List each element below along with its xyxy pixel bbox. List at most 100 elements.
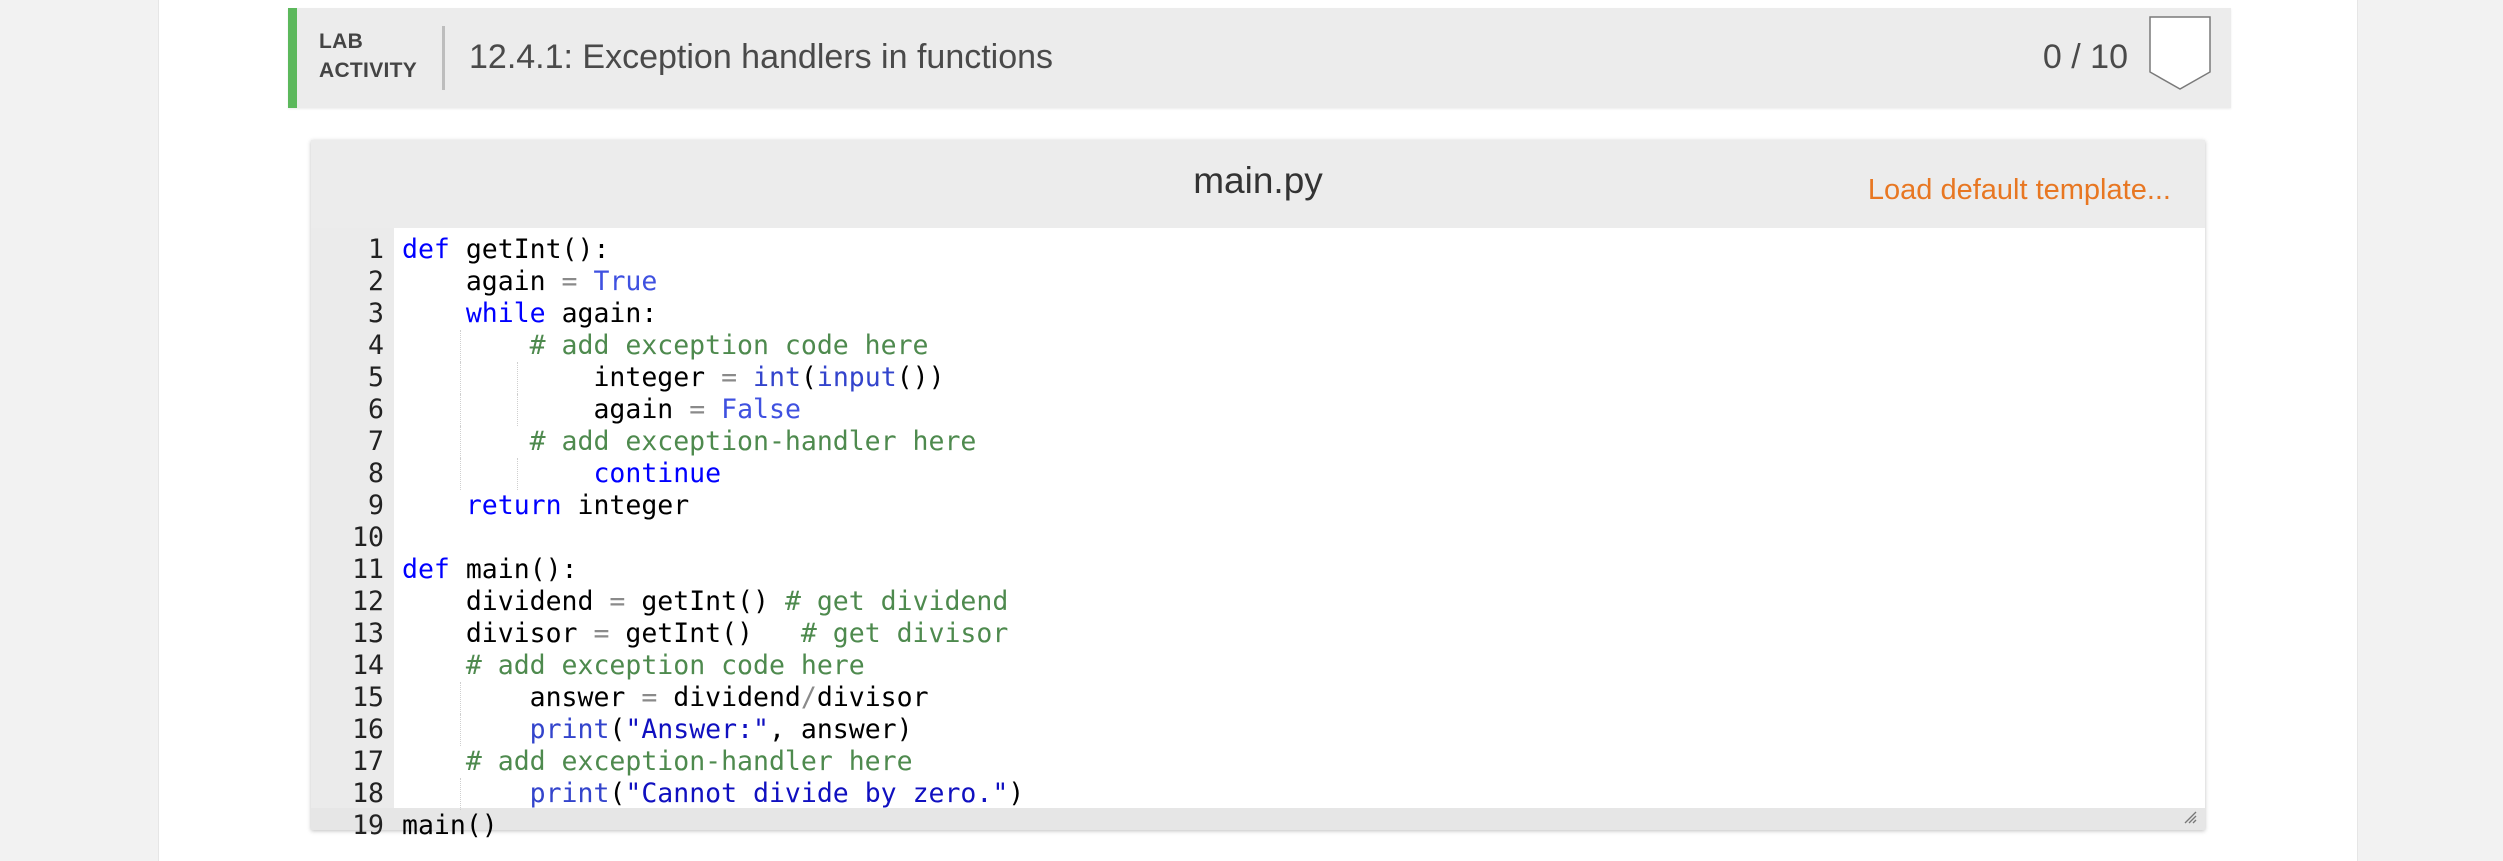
code-token: # add exception-handler here: [465, 746, 913, 777]
lab-title: 12.4.1: Exception handlers in functions: [469, 38, 1054, 76]
code-token: # get dividend: [784, 586, 1009, 617]
code-token: # add exception-handler here: [529, 426, 977, 457]
code-token: ): [1008, 778, 1025, 809]
line-number: 1: [368, 234, 384, 265]
code-token: /: [800, 682, 817, 713]
indent-guide: [517, 458, 519, 490]
code-line[interactable]: 11 def main():: [311, 554, 2205, 586]
line-number: 7: [368, 426, 384, 457]
code-token: integer: [561, 490, 690, 521]
code-text: # add exception-handler here: [402, 746, 913, 778]
code-text: again = False: [402, 394, 800, 426]
editor-toolbar: main.py Load default template...: [311, 140, 2205, 228]
line-number: 4: [368, 330, 384, 361]
code-token: again: [402, 394, 690, 425]
code-text: while again:: [402, 298, 657, 330]
line-number: 15: [352, 682, 384, 713]
code-line[interactable]: 6 again = False: [311, 394, 2205, 426]
line-number: 14: [352, 650, 384, 681]
code-line[interactable]: 16 print("Answer:", answer): [311, 714, 2205, 746]
code-token: print: [529, 714, 610, 745]
code-token: main(): [402, 810, 498, 841]
code-line[interactable]: 10: [311, 522, 2205, 554]
line-number: 3: [368, 298, 384, 329]
lab-label-line1: LAB: [319, 30, 364, 53]
code-text: dividend = getInt() # get dividend: [402, 586, 1009, 618]
code-text: return integer: [402, 490, 689, 522]
code-text: def main():: [402, 554, 578, 586]
code-line[interactable]: 13 divisor = getInt() # get divisor: [311, 618, 2205, 650]
line-number: 6: [368, 394, 384, 425]
code-line[interactable]: 5 integer = int(input()): [311, 362, 2205, 394]
code-text: print("Cannot divide by zero."): [402, 778, 1025, 810]
indent-guide: [517, 394, 519, 426]
code-line[interactable]: 12 dividend = getInt() # get dividend: [311, 586, 2205, 618]
code-line[interactable]: 8 continue: [311, 458, 2205, 490]
code-token: integer: [402, 362, 722, 393]
lab-label-line2: ACTIVITY: [319, 59, 418, 82]
code-line[interactable]: 18 print("Cannot divide by zero."): [311, 778, 2205, 810]
lab-score: 0 / 10: [2042, 38, 2128, 76]
indent-guide: [459, 778, 461, 810]
code-token: answer: [402, 682, 642, 713]
code-token: getInt():: [449, 234, 610, 265]
code-line[interactable]: 7 # add exception-handler here: [311, 426, 2205, 458]
indent-guide: [459, 362, 461, 394]
code-token: =: [593, 618, 610, 649]
code-line[interactable]: 15 answer = dividend/divisor: [311, 682, 2205, 714]
line-number: 9: [368, 490, 384, 521]
load-default-template-link[interactable]: Load default template...: [1868, 174, 2171, 207]
code-token: , answer): [768, 714, 913, 745]
code-token: ()): [896, 362, 945, 393]
code-text: # add exception code here: [402, 330, 929, 362]
code-token: input: [816, 362, 897, 393]
code-line[interactable]: 17 # add exception-handler here: [311, 746, 2205, 778]
code-text: continue: [402, 458, 721, 490]
code-text: again = True: [402, 266, 658, 298]
code-token: getInt(): [609, 618, 801, 649]
indent-guide: [459, 330, 461, 362]
code-token: continue: [593, 458, 722, 489]
code-token: dividend: [657, 682, 801, 713]
code-token: =: [721, 362, 738, 393]
code-line[interactable]: 4 # add exception code here: [311, 330, 2205, 362]
line-number: 11: [352, 554, 384, 585]
line-number: 5: [368, 362, 384, 393]
line-number: 19: [352, 810, 384, 841]
code-token: =: [561, 266, 578, 297]
code-line[interactable]: 1 def getInt():: [311, 234, 2205, 266]
code-token: "Answer:": [625, 714, 769, 745]
indent-guide: [517, 362, 519, 394]
code-line[interactable]: 2 again = True: [311, 266, 2205, 298]
line-number: 16: [352, 714, 384, 745]
code-line[interactable]: 9 return integer: [311, 490, 2205, 522]
code-token: getInt(): [625, 586, 785, 617]
code-token: True: [593, 266, 658, 297]
line-number: 2: [368, 266, 384, 297]
code-line[interactable]: 19 main(): [311, 810, 2205, 842]
code-token: again:: [545, 298, 658, 329]
code-editor[interactable]: 1 def getInt(): 2 again = True 3 while agai…: [311, 228, 2205, 841]
indent-guide: [459, 394, 461, 426]
code-token: (: [609, 714, 626, 745]
code-line[interactable]: 14 # add exception code here: [311, 650, 2205, 682]
code-line[interactable]: 3 while again:: [311, 298, 2205, 330]
code-token: divisor: [402, 618, 594, 649]
code-token: (: [800, 362, 817, 393]
code-token: "Cannot divide by zero.": [625, 778, 1009, 809]
code-editor-card: main.py Load default template... 1 def ge…: [311, 140, 2205, 841]
code-token: =: [689, 394, 706, 425]
shield-badge-icon: [2149, 16, 2211, 90]
code-text: # add exception code here: [402, 650, 865, 682]
code-text: # add exception-handler here: [402, 426, 977, 458]
code-text: print("Answer:", answer): [402, 714, 913, 746]
code-text: answer = dividend/divisor: [402, 682, 929, 714]
lab-activity-label: LAB ACTIVITY: [319, 27, 417, 85]
